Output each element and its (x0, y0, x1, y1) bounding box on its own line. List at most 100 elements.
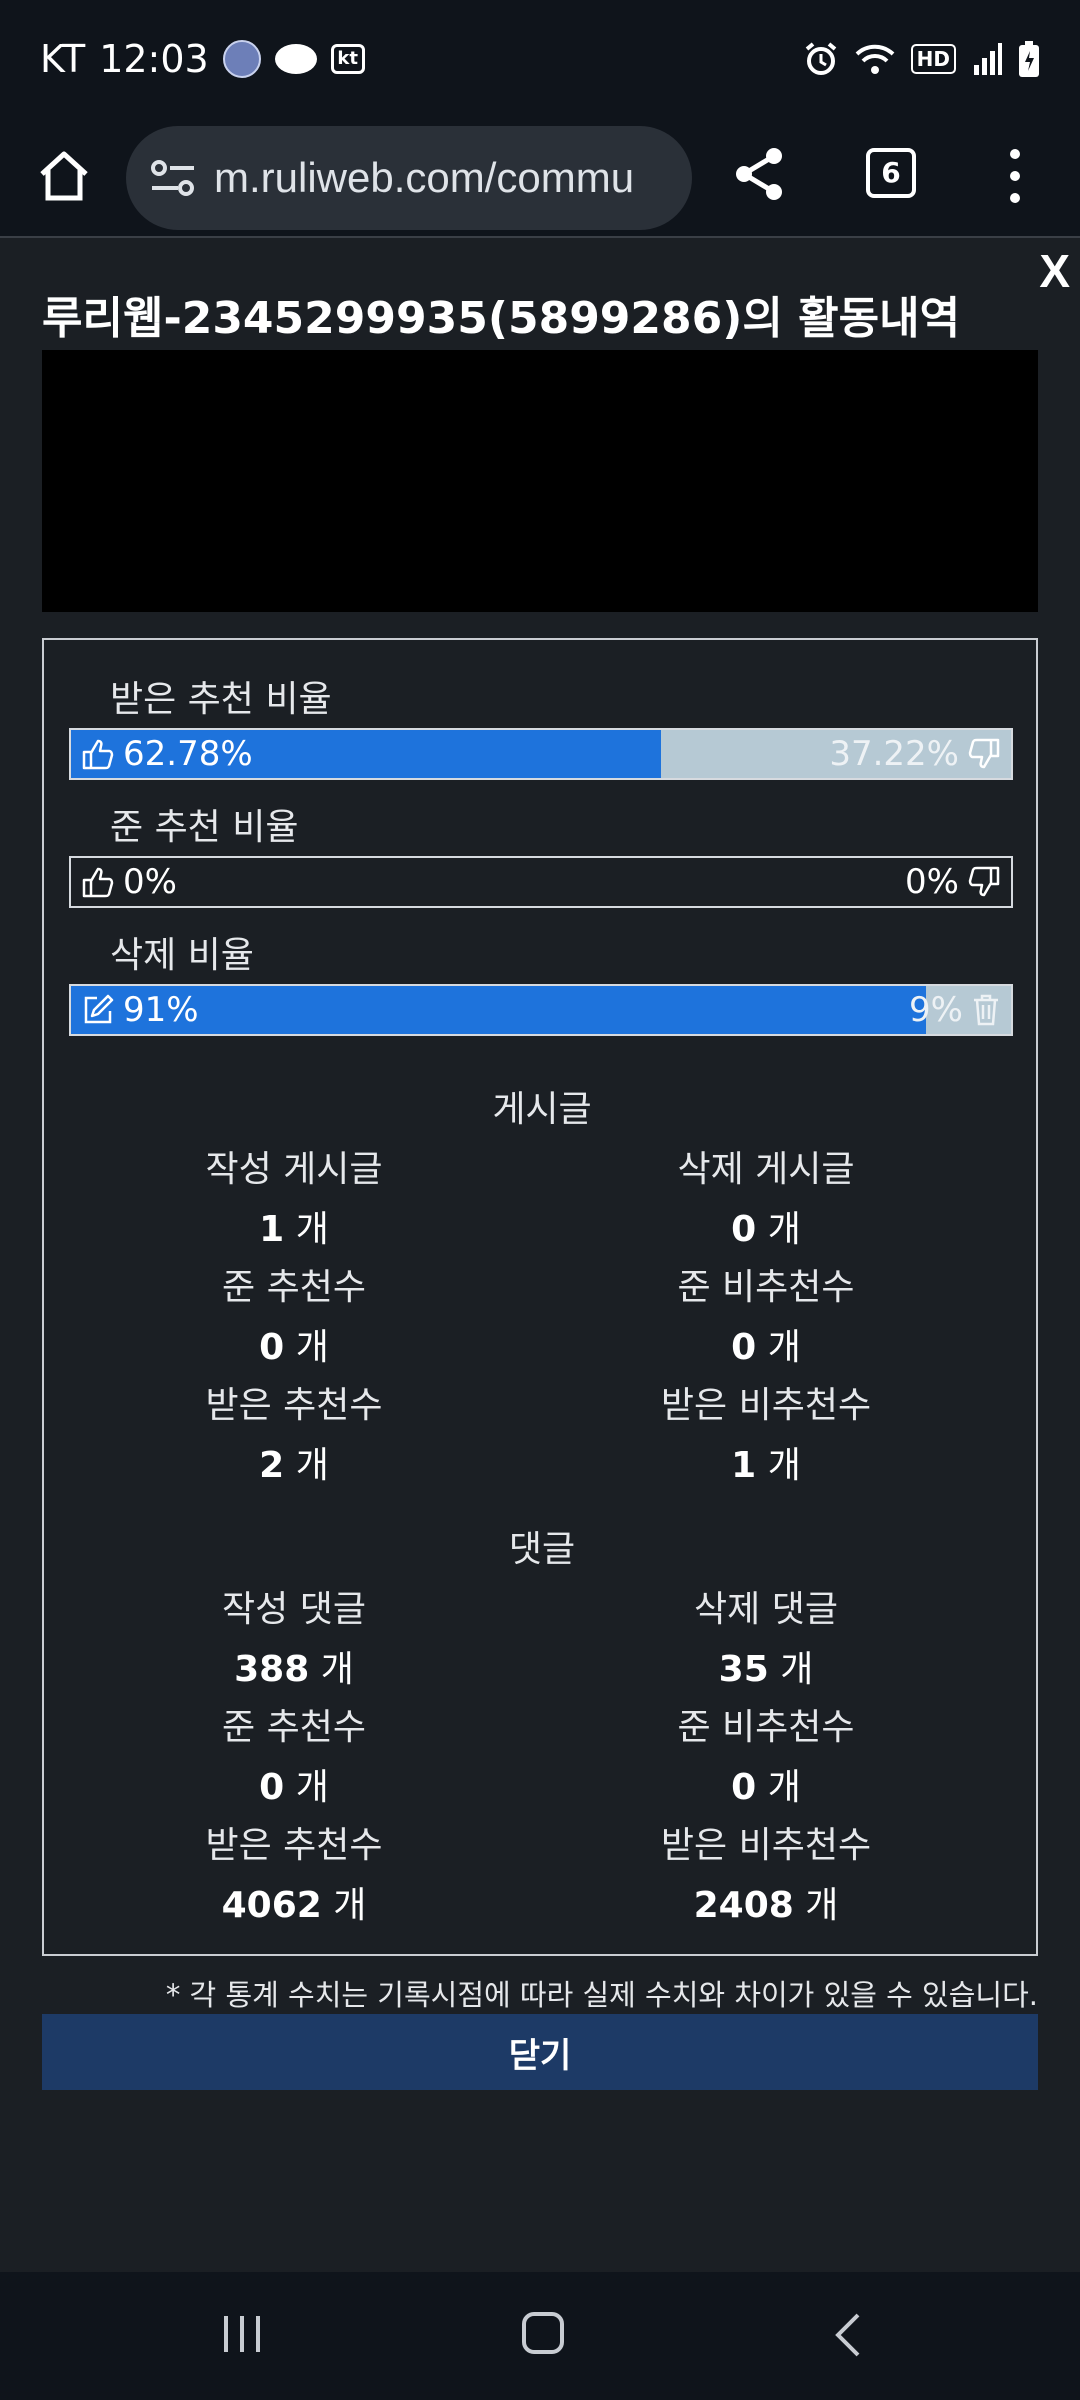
stat-number: 388 (234, 1649, 310, 1690)
status-right: HD (803, 41, 1040, 77)
thumbs-up-icon (81, 737, 115, 771)
message-icon (274, 44, 317, 74)
recent-apps-icon[interactable] (220, 2314, 264, 2354)
stat-label: 준 추천수 (222, 1267, 366, 1308)
stat-unit: 개 (805, 1885, 839, 1926)
stat-label: 준 비추천수 (677, 1707, 855, 1748)
stat-unit: 개 (780, 1649, 814, 1690)
stat-number: 35 (718, 1649, 769, 1690)
stat-unit: 개 (333, 1885, 367, 1926)
stat-label: 준 비추천수 (677, 1267, 855, 1308)
hd-icon: HD (910, 44, 956, 74)
stat-number: 0 (731, 1327, 757, 1368)
stat-label: 받은 비추천수 (660, 1385, 872, 1426)
stat-number: 1 (259, 1209, 285, 1250)
site-settings-icon[interactable] (150, 158, 196, 198)
stat-value: 2 개 (44, 1436, 544, 1488)
ratio-label-delete: 삭제 비율 (110, 935, 254, 976)
bar-right: 37.22% (829, 730, 1001, 778)
bar-left-value: 0% (123, 862, 177, 902)
ad-banner (42, 350, 1038, 612)
stat-label: 준 추천수 (222, 1707, 366, 1748)
stat-value: 388 개 (44, 1640, 544, 1692)
stat-label: 삭제 게시글 (677, 1149, 855, 1190)
stat-value: 4062 개 (44, 1876, 544, 1928)
close-button[interactable]: 닫기 (42, 2014, 1038, 2090)
stat-unit: 개 (295, 1209, 329, 1250)
stat-label: 받은 비추천수 (660, 1825, 872, 1866)
stat-value: 2408 개 (516, 1876, 1016, 1928)
stat-label: 삭제 댓글 (694, 1589, 838, 1630)
more-menu-icon[interactable] (1000, 144, 1030, 208)
home-icon[interactable] (36, 148, 92, 204)
system-nav-bar (0, 2272, 1080, 2400)
popup-title: 루리웹-2345299935(5899286)의 활동내역 (42, 293, 961, 344)
bar-right-value: 0% (905, 862, 959, 902)
stat-label: 받은 추천수 (205, 1385, 383, 1426)
comments-heading: 댓글 (508, 1529, 576, 1570)
bar-left: 0% (81, 858, 177, 906)
stat-unit: 개 (295, 1327, 329, 1368)
wifi-icon (855, 42, 895, 76)
share-icon[interactable] (730, 144, 790, 204)
bar-left-value: 62.78% (123, 734, 253, 774)
url-bar[interactable]: m.ruliweb.com/commu (126, 126, 692, 230)
stat-value: 0 개 (44, 1758, 544, 1810)
bar-left: 62.78% (81, 730, 253, 778)
activity-popup: X 루리웹-2345299935(5899286)의 활동내역 받은 추천 비율… (0, 236, 1080, 2272)
stats-box: 받은 추천 비율 62.78% 37.22% 준 추천 비율 0% 0% 삭제 … (42, 638, 1038, 1956)
edit-icon (81, 993, 115, 1027)
stat-value: 0 개 (516, 1200, 1016, 1252)
home-nav-icon[interactable] (522, 2312, 564, 2354)
posts-heading: 게시글 (492, 1089, 592, 1130)
clock: 12:03 (99, 37, 209, 81)
stat-unit: 개 (295, 1767, 329, 1808)
ratio-bar-received-recommend: 62.78% 37.22% (69, 728, 1013, 780)
tabs-icon[interactable]: 6 (866, 148, 916, 198)
stat-unit: 개 (320, 1649, 354, 1690)
stat-number: 0 (259, 1327, 285, 1368)
trash-icon (971, 993, 1001, 1027)
status-left: KT 12:03 kt (40, 37, 365, 81)
stat-number: 0 (259, 1767, 285, 1808)
ratio-bar-delete: 91% 9% (69, 984, 1013, 1036)
carrier-label: KT (40, 37, 86, 81)
stat-unit: 개 (767, 1767, 801, 1808)
url-text: m.ruliweb.com/commu (214, 154, 635, 201)
stat-label: 작성 게시글 (205, 1149, 383, 1190)
thumbs-down-icon (967, 737, 1001, 771)
thumbs-down-icon (967, 865, 1001, 899)
stat-unit: 개 (767, 1209, 801, 1250)
stat-value: 1 개 (44, 1200, 544, 1252)
alarm-icon (803, 41, 839, 77)
status-bar: KT 12:03 kt HD (0, 0, 1080, 118)
bar-left: 91% (81, 986, 199, 1034)
bar-right: 9% (909, 986, 1001, 1034)
stat-number: 4062 (221, 1885, 322, 1926)
stat-number: 0 (731, 1209, 757, 1250)
stat-unit: 개 (767, 1445, 801, 1486)
avatar-icon (222, 40, 261, 78)
stat-value: 0 개 (44, 1318, 544, 1370)
thumbs-up-icon (81, 865, 115, 899)
back-icon[interactable] (832, 2312, 862, 2358)
bar-right: 0% (905, 858, 1001, 906)
stat-unit: 개 (767, 1327, 801, 1368)
stat-number: 1 (731, 1445, 757, 1486)
stat-value: 1 개 (516, 1436, 1016, 1488)
stat-label: 작성 댓글 (222, 1589, 366, 1630)
stat-number: 2408 (693, 1885, 794, 1926)
stat-number: 2 (259, 1445, 285, 1486)
close-x-button[interactable]: X (1039, 244, 1070, 298)
ratio-bar-given-recommend: 0% 0% (69, 856, 1013, 908)
kt-icon: kt (330, 44, 365, 74)
ratio-label-given-recommend: 준 추천 비율 (110, 807, 299, 848)
stat-value: 0 개 (516, 1758, 1016, 1810)
stat-label: 받은 추천수 (205, 1825, 383, 1866)
stat-unit: 개 (295, 1445, 329, 1486)
stat-number: 0 (731, 1767, 757, 1808)
browser-toolbar: m.ruliweb.com/commu 6 (0, 118, 1080, 236)
disclaimer-note: * 각 통계 수치는 기록시점에 따라 실제 수치와 차이가 있을 수 있습니다… (165, 1978, 1038, 2012)
ratio-label-received-recommend: 받은 추천 비율 (110, 679, 332, 720)
stat-value: 35 개 (516, 1640, 1016, 1692)
